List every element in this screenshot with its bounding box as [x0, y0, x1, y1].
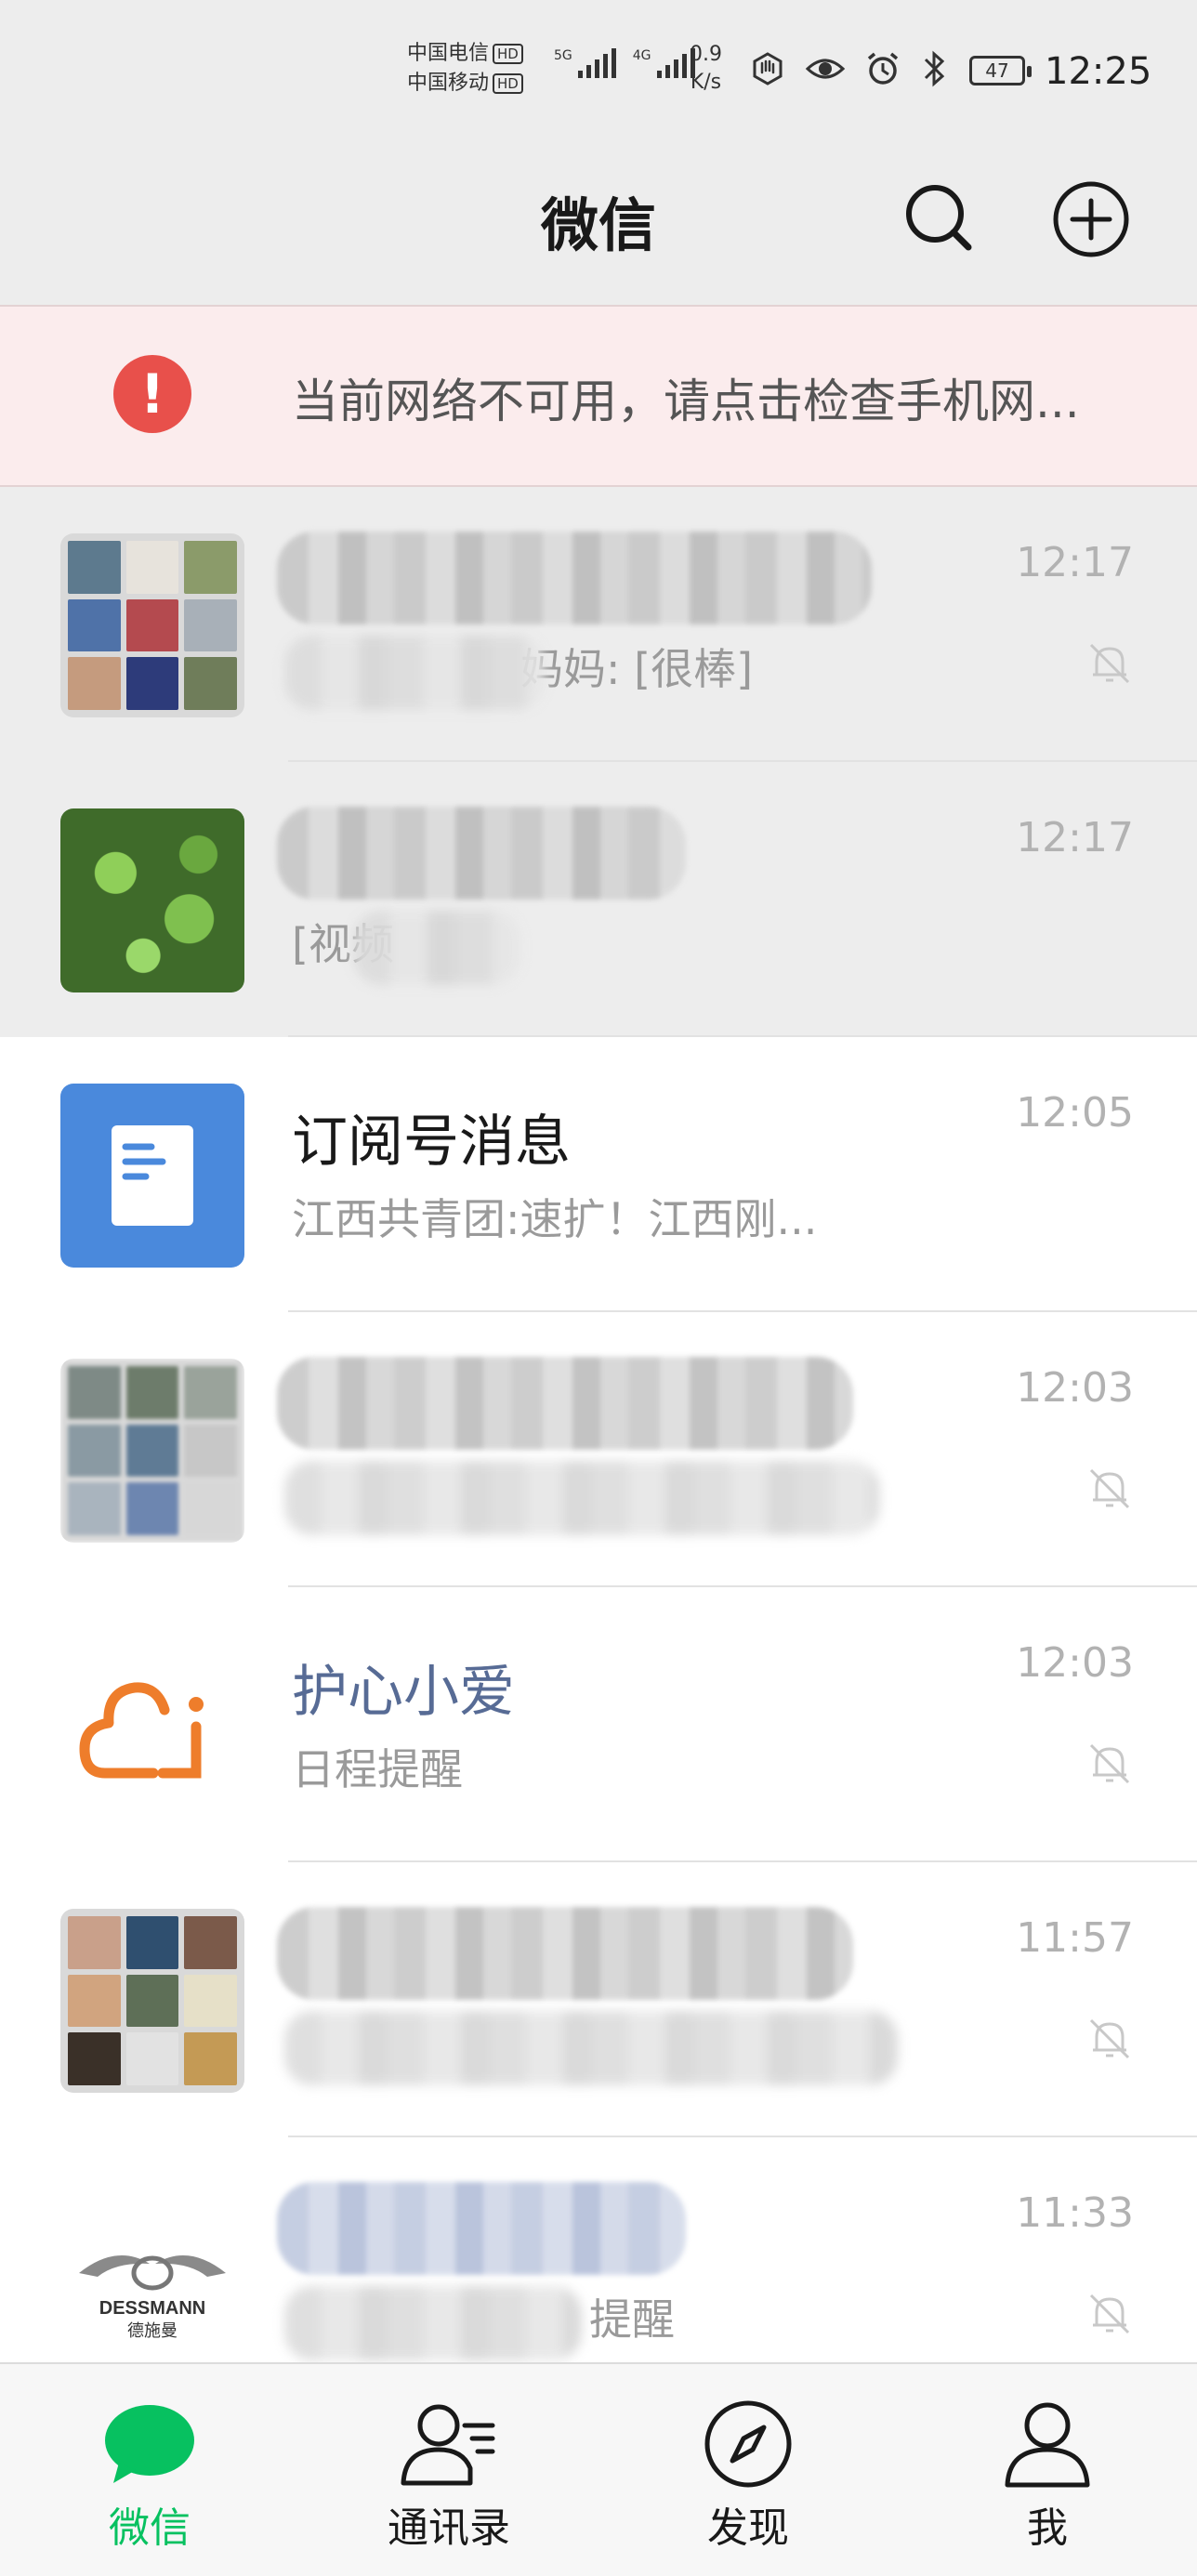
- heart-logo-avatar: [60, 1634, 244, 1818]
- signal-5g-icon: 5G: [554, 48, 616, 78]
- dessmann-logo-avatar: DESSMANN 德施曼: [60, 2184, 244, 2368]
- chat-name-redacted: [277, 532, 872, 624]
- chat-name: 护心小爱: [292, 1660, 515, 1725]
- chat-preview-redacted: [284, 2011, 898, 2085]
- tab-me[interactable]: 我: [898, 2364, 1197, 2576]
- svg-text:德施曼: 德施曼: [127, 2321, 178, 2341]
- chat-time: 12:03: [1016, 1639, 1134, 1687]
- tab-label: 我: [1027, 2504, 1068, 2552]
- chat-name: 订阅号消息: [292, 1110, 571, 1175]
- tab-label: 发现: [707, 2504, 789, 2552]
- chat-time: 12:17: [1016, 539, 1134, 586]
- chat-preview: 江西共青团:速扩！江西刚...: [292, 1194, 818, 1244]
- chat-time: 11:33: [1016, 2189, 1134, 2237]
- hand-icon: [753, 52, 783, 85]
- tab-discover[interactable]: 发现: [598, 2364, 898, 2576]
- add-button[interactable]: [1045, 173, 1138, 266]
- page-title: 微信: [540, 191, 656, 259]
- carrier-info: 中国电信 HD 中国移动 HD: [407, 39, 523, 99]
- subscription-avatar: [60, 1084, 244, 1268]
- chat-time: 12:17: [1016, 814, 1134, 861]
- hd-badge: HD: [493, 44, 523, 64]
- alarm-icon: [867, 52, 899, 85]
- bottom-tab-bar: 微信 通讯录 发现 我: [0, 2362, 1197, 2576]
- chat-preview: 日程提醒: [292, 1744, 463, 1794]
- person-icon: [1005, 2402, 1090, 2488]
- chat-name-redacted: [277, 2182, 686, 2275]
- chat-name-redacted: [277, 1357, 853, 1450]
- chat-name-redacted: [277, 1907, 853, 2000]
- chat-preview: 提醒: [589, 2294, 675, 2345]
- tab-label: 通讯录: [388, 2504, 510, 2552]
- chat-item[interactable]: 11:57: [0, 1862, 1197, 2137]
- eye-icon: [805, 59, 846, 79]
- chat-preview: 妈妈: [很棒]: [520, 644, 754, 694]
- avatar: [60, 808, 244, 992]
- bluetooth-icon: [924, 50, 945, 87]
- chat-item[interactable]: 妈妈: [很棒] 12:17: [0, 487, 1197, 762]
- app-header: 微信: [0, 139, 1197, 305]
- mute-bell-icon: [1089, 2018, 1130, 2059]
- mute-bell-icon: [1089, 1468, 1130, 1509]
- status-bar: 中国电信 HD 中国移动 HD 5G 4G 0.9 K/s 47 12:25: [0, 0, 1197, 139]
- mute-bell-icon: [1089, 2293, 1130, 2334]
- chat-preview-redacted: [284, 1461, 879, 1535]
- group-avatar: [60, 1359, 244, 1543]
- chat-preview-redacted: [284, 636, 545, 710]
- chat-item[interactable]: [视频 12:17: [0, 762, 1197, 1037]
- search-icon: [906, 185, 972, 251]
- chat-preview-redacted: [353, 911, 520, 985]
- banner-text: 当前网络不可用，请点击检查手机网...: [292, 375, 1080, 428]
- group-avatar: [60, 1909, 244, 2093]
- chat-bubble-icon: [105, 2405, 194, 2483]
- chat-time: 11:57: [1016, 1914, 1134, 1962]
- signal-indicators: 5G 4G: [554, 48, 695, 78]
- status-icons: [749, 48, 948, 89]
- plus-circle-icon: [1053, 181, 1129, 257]
- chat-item-official-account[interactable]: 护心小爱 日程提醒 12:03: [0, 1587, 1197, 1862]
- group-avatar: [60, 533, 244, 717]
- chat-time: 12:03: [1016, 1364, 1134, 1412]
- battery-icon: 47: [969, 56, 1032, 85]
- chat-list: 妈妈: [很棒] 12:17 [视频 12:17 订阅号消息 江西共青团:速扩！…: [0, 487, 1197, 2412]
- chat-item[interactable]: 12:03: [0, 1312, 1197, 1587]
- mute-bell-icon: [1089, 1743, 1130, 1784]
- wing-logo-icon: DESSMANN 德施曼: [79, 2255, 226, 2341]
- carrier-2: 中国移动: [407, 72, 490, 95]
- chat-name-redacted: [277, 807, 686, 900]
- document-icon: [112, 1125, 193, 1226]
- search-button[interactable]: [892, 173, 985, 266]
- carrier-1: 中国电信: [407, 42, 490, 65]
- tab-chats[interactable]: 微信: [0, 2364, 299, 2576]
- chat-time: 12:05: [1016, 1089, 1134, 1137]
- tab-label: 微信: [109, 2504, 191, 2552]
- chat-preview-redacted: [284, 2286, 582, 2360]
- status-time: 12:25: [1045, 50, 1152, 93]
- network-warning-banner[interactable]: ! 当前网络不可用，请点击检查手机网...: [0, 305, 1197, 487]
- heart-logo-icon: [79, 1682, 204, 1779]
- mute-bell-icon: [1089, 643, 1130, 684]
- alert-icon: !: [113, 355, 191, 433]
- chat-item-subscriptions[interactable]: 订阅号消息 江西共青团:速扩！江西刚... 12:05: [0, 1037, 1197, 1312]
- svg-text:DESSMANN: DESSMANN: [99, 2298, 205, 2319]
- contacts-icon: [401, 2404, 495, 2486]
- tab-contacts[interactable]: 通讯录: [299, 2364, 598, 2576]
- network-speed: 0.9 K/s: [690, 43, 722, 94]
- compass-icon: [704, 2400, 792, 2488]
- hd-badge: HD: [493, 73, 523, 94]
- signal-4g-icon: 4G: [633, 48, 695, 78]
